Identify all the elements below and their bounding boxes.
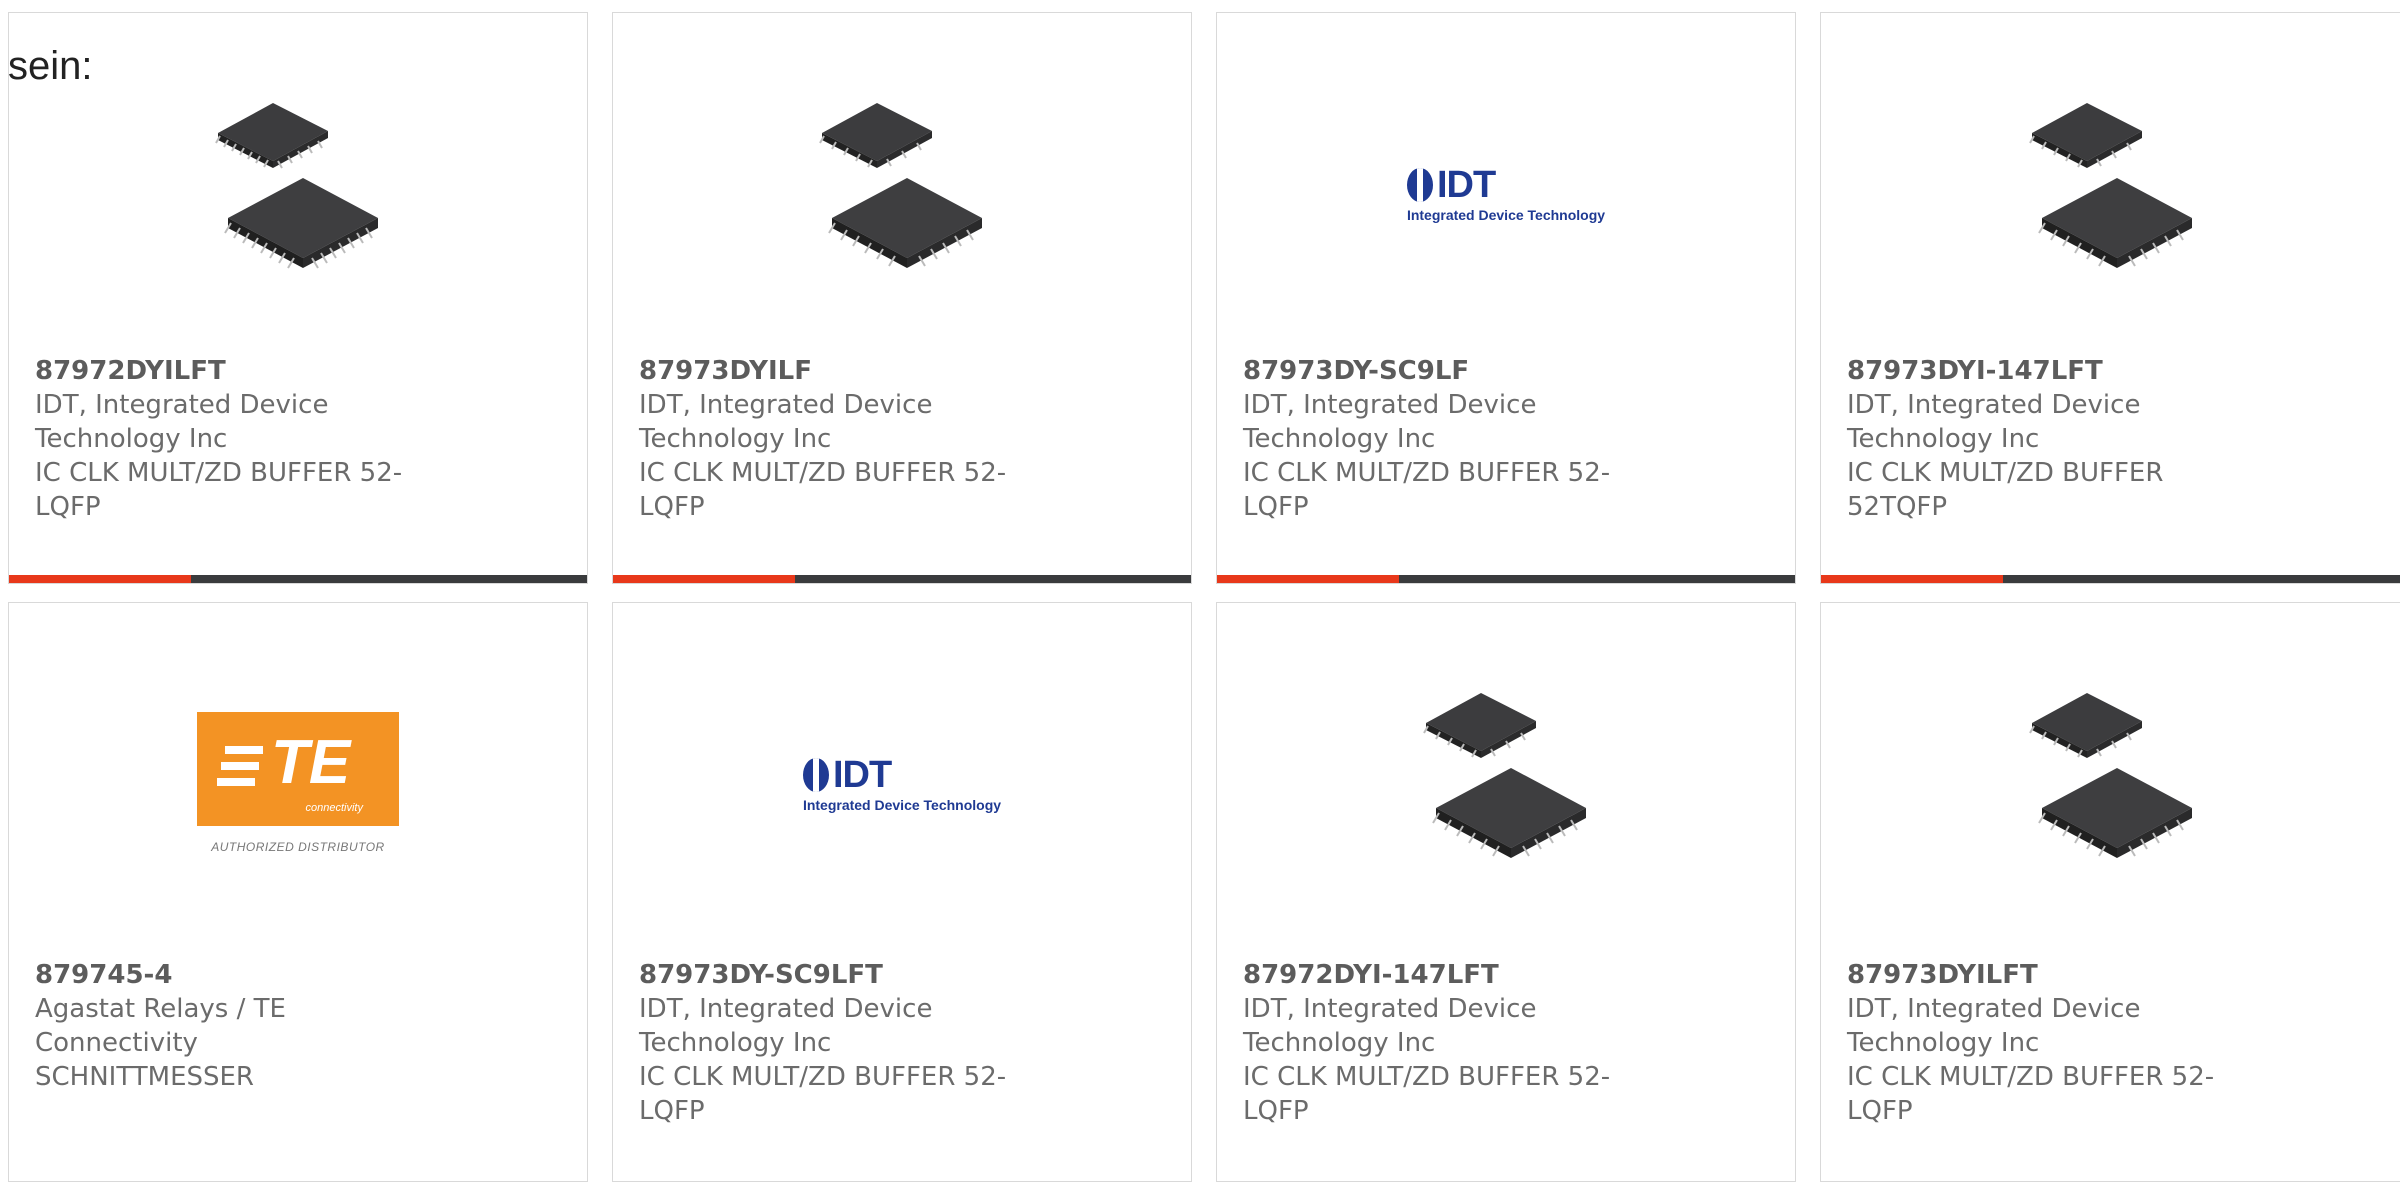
product-card[interactable]: 87972DYI-147LFT IDT, Integrated Device T…: [1216, 602, 1796, 1182]
te-logo-text: TE: [271, 728, 351, 797]
description: IC CLK MULT/ZD BUFFER 52-: [1243, 458, 1611, 488]
description: IC CLK MULT/ZD BUFFER 52-: [639, 1062, 1007, 1092]
description: IC CLK MULT/ZD BUFFER 52-: [639, 458, 1007, 488]
idt-logo-text: IDT: [832, 753, 892, 796]
product-image[interactable]: [1217, 675, 1795, 891]
manufacturer: IDT, Integrated Device: [1847, 390, 2141, 420]
product-card[interactable]: 87972DYILFT IDT, Integrated Device Techn…: [8, 12, 588, 584]
manufacturer: Technology Inc: [639, 1028, 832, 1058]
description: LQFP: [639, 1096, 705, 1126]
product-image[interactable]: [1821, 675, 2400, 891]
description: IC CLK MULT/ZD BUFFER 52-: [1243, 1062, 1611, 1092]
card-accent-bar: [1217, 575, 1795, 583]
idt-logo-subtext: Integrated Device Technology: [802, 796, 1002, 813]
manufacturer: Technology Inc: [1847, 424, 2040, 454]
product-image[interactable]: IDT Integrated Device Technology: [1217, 85, 1795, 301]
product-card[interactable]: IDT Integrated Device Technology 87973DY…: [612, 602, 1192, 1182]
idt-logo: IDT Integrated Device Technology: [802, 753, 1002, 813]
part-number[interactable]: 87973DYILFT: [1847, 958, 2227, 992]
manufacturer: IDT, Integrated Device: [1243, 390, 1537, 420]
ic-chip-icon: [2029, 693, 2192, 858]
te-logo-caption: AUTHORIZED DISTRIBUTOR: [211, 840, 385, 854]
manufacturer: IDT, Integrated Device: [639, 390, 933, 420]
product-card[interactable]: 87973DYILF IDT, Integrated Device Techno…: [612, 12, 1192, 584]
product-card[interactable]: TE connectivity AUTHORIZED DISTRIBUTOR 8…: [8, 602, 588, 1182]
card-accent-bar: [613, 575, 1191, 583]
ic-chip-icon: [819, 103, 982, 268]
te-logo-stripes: [217, 746, 263, 786]
product-image[interactable]: [9, 85, 587, 301]
description: LQFP: [639, 492, 705, 522]
ic-chip-icon: [215, 103, 378, 269]
manufacturer: IDT, Integrated Device: [639, 994, 933, 1024]
card-accent-bar: [1821, 575, 2400, 583]
description: LQFP: [35, 492, 101, 522]
idt-logo: IDT Integrated Device Technology: [1406, 163, 1606, 223]
product-image[interactable]: [613, 85, 1191, 301]
part-number[interactable]: 87973DY-SC9LFT: [639, 958, 1019, 992]
part-number[interactable]: 879745-4: [35, 958, 415, 992]
manufacturer: Technology Inc: [639, 424, 832, 454]
product-image[interactable]: [1821, 85, 2400, 301]
idt-logo-mark: [802, 758, 829, 792]
manufacturer: IDT, Integrated Device: [1847, 994, 2141, 1024]
ic-chip-icon: [1423, 693, 1586, 858]
manufacturer: IDT, Integrated Device: [35, 390, 329, 420]
description: IC CLK MULT/ZD BUFFER 52-: [35, 458, 403, 488]
te-logo: TE connectivity AUTHORIZED DISTRIBUTOR: [197, 712, 399, 854]
part-number[interactable]: 87973DYILF: [639, 354, 1019, 388]
manufacturer: Technology Inc: [35, 424, 228, 454]
product-image[interactable]: IDT Integrated Device Technology: [613, 675, 1191, 891]
description: IC CLK MULT/ZD BUFFER 52TQFP: [1847, 458, 2164, 522]
ic-chip-icon: [2029, 103, 2192, 268]
card-accent-bar: [9, 575, 587, 583]
manufacturer: Technology Inc: [1847, 1028, 2040, 1058]
te-logo-box: TE connectivity: [197, 712, 399, 826]
part-number[interactable]: 87972DYILFT: [35, 354, 415, 388]
part-number[interactable]: 87973DY-SC9LF: [1243, 354, 1623, 388]
idt-logo-text: IDT: [1436, 163, 1496, 206]
te-logo-subtext: connectivity: [305, 802, 363, 814]
manufacturer: IDT, Integrated Device: [1243, 994, 1537, 1024]
part-number[interactable]: 87973DYI-147LFT: [1847, 354, 2227, 388]
product-image[interactable]: TE connectivity AUTHORIZED DISTRIBUTOR: [9, 675, 587, 891]
intro-text: sein:: [8, 44, 93, 88]
idt-logo-mark: [1406, 168, 1433, 202]
manufacturer: Technology Inc: [1243, 424, 1436, 454]
description: LQFP: [1847, 1096, 1913, 1126]
product-card[interactable]: 87973DYILFT IDT, Integrated Device Techn…: [1820, 602, 2400, 1182]
manufacturer: Technology Inc: [1243, 1028, 1436, 1058]
description: LQFP: [1243, 1096, 1309, 1126]
description: SCHNITTMESSER: [35, 1062, 254, 1092]
description: LQFP: [1243, 492, 1309, 522]
part-number[interactable]: 87972DYI-147LFT: [1243, 958, 1623, 992]
product-card[interactable]: IDT Integrated Device Technology 87973DY…: [1216, 12, 1796, 584]
product-card[interactable]: 87973DYI-147LFT IDT, Integrated Device T…: [1820, 12, 2400, 584]
manufacturer: Agastat Relays / TE Connectivity: [35, 994, 286, 1058]
description: IC CLK MULT/ZD BUFFER 52-: [1847, 1062, 2215, 1092]
idt-logo-subtext: Integrated Device Technology: [1406, 206, 1606, 223]
